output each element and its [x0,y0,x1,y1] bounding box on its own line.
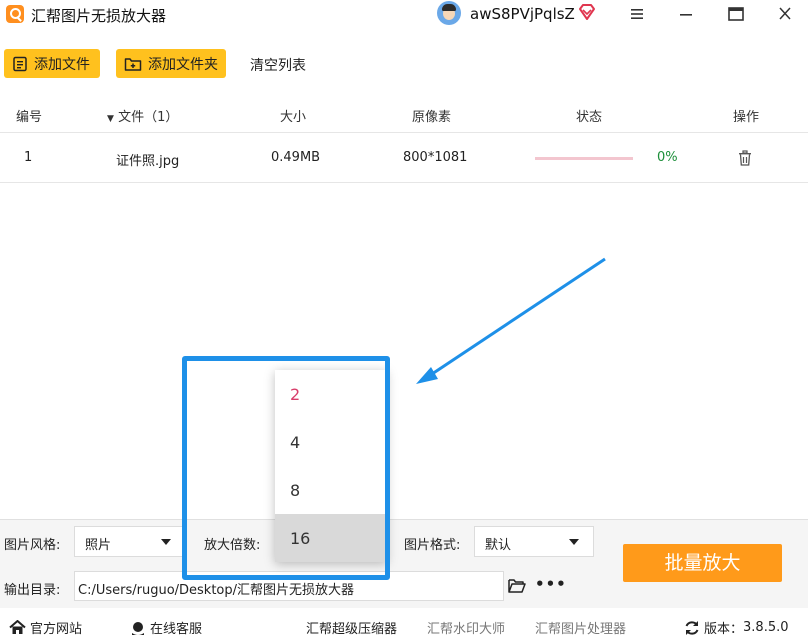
diamond-icon[interactable] [578,3,596,21]
scale-option-8[interactable]: 8 [275,466,387,514]
image-processor-link[interactable]: 汇帮图片处理器 [535,618,626,637]
compressor-link[interactable]: 汇帮超级压缩器 [306,618,397,637]
trash-icon[interactable] [738,150,752,166]
maximize-icon[interactable] [723,4,749,24]
row-size: 0.49MB [271,150,321,165]
home-icon [9,620,26,634]
col-file[interactable]: ▼ 文件（1） [107,106,178,125]
col-file-label: 文件（1） [118,110,179,125]
add-folder-label: 添加文件夹 [148,56,218,73]
close-icon[interactable] [772,4,798,24]
scale-option-4[interactable]: 4 [275,418,387,466]
version-label: 版本： [704,622,744,637]
format-select[interactable]: 默认 [474,526,594,557]
scale-option-2[interactable]: 2 [275,370,387,418]
output-label: 输出目录: [4,583,61,598]
online-support-label: 在线客服 [150,622,203,637]
clear-list-button[interactable]: 清空列表 [250,55,306,75]
more-dots-icon[interactable]: ••• [535,575,567,593]
col-status: 状态 [576,110,603,125]
app-title: 汇帮图片无损放大器 [31,7,167,25]
app-logo-icon [6,5,24,23]
col-size: 大小 [280,110,307,125]
col-pixels: 原像素 [412,110,452,125]
hamburger-icon[interactable] [624,4,650,24]
user-avatar[interactable] [437,1,461,25]
format-label: 图片格式: [404,538,461,553]
watermark-link[interactable]: 汇帮水印大师 [427,618,505,637]
sort-down-icon: ▼ [107,114,114,124]
style-label: 图片风格: [4,538,61,553]
chevron-down-icon [161,539,171,545]
title-bar: 汇帮图片无损放大器 awS8PVjPqlsZ [0,0,808,30]
table-row[interactable]: 1 证件照.jpg 0.49MB 800*1081 0% [0,137,808,183]
file-list-icon [13,56,27,71]
minimize-icon[interactable] [673,4,699,24]
version-value: 3.8.5.0 [743,620,789,635]
progress-percent: 0% [657,150,678,165]
add-file-label: 添加文件 [34,56,90,73]
avatar-hair [442,4,456,11]
folder-add-icon [124,57,142,71]
output-directory-field[interactable]: C:/Users/ruguo/Desktop/汇帮图片无损放大器 [74,571,504,601]
row-pixels: 800*1081 [403,150,468,165]
batch-enlarge-button[interactable]: 批量放大 [623,544,782,582]
chevron-down-icon [569,539,579,545]
scale-option-16[interactable]: 16 [275,514,387,562]
scale-dropdown: 2 4 8 16 [275,370,387,562]
row-file-name: 证件照.jpg [116,154,180,169]
refresh-icon [685,620,699,635]
add-file-button[interactable]: 添加文件 [4,49,100,78]
online-support-link[interactable]: 在线客服 [130,618,202,637]
official-site-label: 官方网站 [30,622,83,637]
row-index: 1 [24,150,33,165]
style-select[interactable]: 照片 [74,526,186,557]
scale-label: 放大倍数: [204,538,261,553]
official-site-link[interactable]: 官方网站 [9,618,82,637]
col-index: 编号 [16,110,43,125]
style-value: 照片 [85,538,112,553]
username[interactable]: awS8PVjPqlsZ [470,5,575,23]
col-action: 操作 [733,110,760,125]
footer-bar: 官方网站 在线客服 汇帮超级压缩器 汇帮水印大师 汇帮图片处理器 版本： 3.8… [0,611,808,639]
version-info[interactable]: 版本： 3.8.5.0 [684,618,789,637]
folder-open-icon[interactable] [508,578,526,593]
table-header: 编号 ▼ 文件（1） 大小 原像素 状态 操作 [0,97,808,133]
add-folder-button[interactable]: 添加文件夹 [116,49,226,78]
headset-icon [132,621,144,635]
format-value: 默认 [485,538,512,553]
progress-bar [535,157,633,160]
